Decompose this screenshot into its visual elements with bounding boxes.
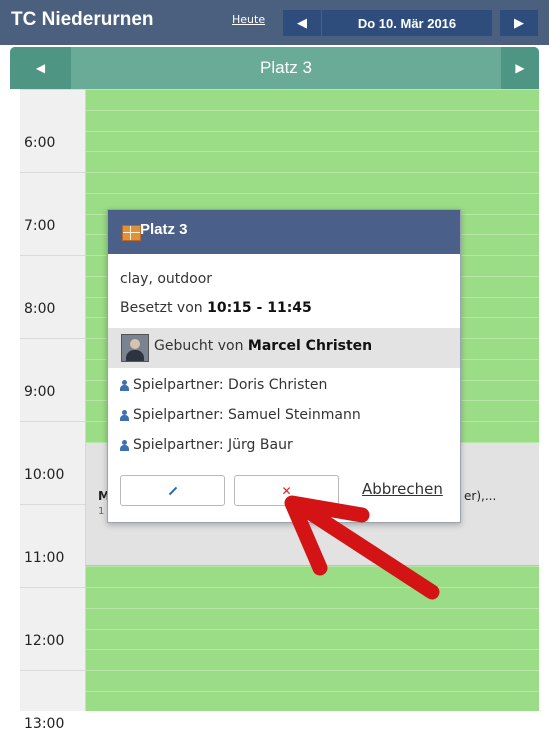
grid-line (86, 89, 539, 90)
partner-row: Spielpartner: Jürg Baur (120, 437, 293, 453)
time-label: 12:00 (24, 633, 65, 649)
court-type: clay, outdoor (120, 271, 213, 287)
date-display[interactable]: Do 10. Mär 2016 (322, 10, 492, 36)
time-slot: 8:00 (20, 255, 85, 339)
time-slot: 10:00 (20, 421, 85, 505)
booking-detail-modal: Platz 3 clay, outdoor Besetzt von 10:15 … (107, 209, 461, 523)
booking-tail-fragment: er),... (464, 489, 497, 503)
delete-booking-button[interactable]: ✕ (234, 475, 339, 506)
triangle-right-icon: ▶ (515, 61, 525, 75)
cancel-link[interactable]: Abbrechen (362, 480, 443, 498)
close-icon: ✕ (281, 483, 292, 498)
time-slot: 6:00 (20, 89, 85, 173)
grid-line (86, 193, 539, 194)
partner-name: Doris Christen (228, 377, 328, 393)
time-label: 7:00 (24, 218, 56, 234)
modal-header: Platz 3 (108, 210, 460, 254)
court-icon (122, 225, 141, 241)
partner-label: Spielpartner: (133, 437, 224, 453)
grid-line (86, 131, 539, 132)
next-court-button[interactable]: ▶ (501, 47, 539, 89)
booked-by-name: Marcel Christen (247, 338, 373, 354)
time-label: 13:00 (24, 716, 65, 732)
person-icon (120, 439, 129, 451)
triangle-left-icon: ◀ (35, 61, 46, 75)
occupied-time-value: 10:15 - 11:45 (207, 300, 312, 316)
partner-label: Spielpartner: (133, 377, 224, 393)
pencil-icon (168, 486, 177, 495)
court-name: Platz 3 (260, 58, 312, 77)
grid-line (86, 151, 539, 152)
occupied-time: Besetzt von 10:15 - 11:45 (120, 300, 312, 316)
modal-title: Platz 3 (140, 221, 188, 238)
booked-by: Gebucht von Marcel Christen (154, 338, 372, 354)
grid-line (86, 566, 539, 567)
time-label: 8:00 (24, 301, 56, 317)
triangle-left-icon: ◀ (297, 15, 307, 31)
grid-line (86, 172, 539, 173)
partner-name: Samuel Steinmann (228, 407, 361, 423)
avatar (121, 334, 149, 362)
time-slot: 9:00 (20, 338, 85, 422)
time-label: 10:00 (24, 467, 65, 483)
grid-line (86, 110, 539, 111)
top-bar: TC Niederurnen Heute ◀ Do 10. Mär 2016 ▶ (0, 0, 549, 45)
grid-line (86, 608, 539, 609)
booking-sub-fragment: 1 (98, 506, 105, 517)
person-icon (120, 409, 129, 421)
booked-by-row: Gebucht von Marcel Christen (108, 328, 460, 368)
time-slot: 7:00 (20, 172, 85, 256)
time-label: 9:00 (24, 384, 56, 400)
booked-by-prefix: Gebucht von (154, 338, 244, 354)
grid-line (86, 670, 539, 671)
edit-booking-button[interactable] (120, 475, 225, 506)
grid-line (86, 649, 539, 650)
time-label: 11:00 (24, 550, 65, 566)
partner-row: Spielpartner: Doris Christen (120, 377, 327, 393)
grid-line (86, 691, 539, 692)
next-day-button[interactable]: ▶ (500, 10, 538, 36)
time-slot: 11:00 (20, 504, 85, 588)
time-label: 6:00 (24, 135, 56, 151)
club-title: TC Niederurnen (11, 9, 154, 30)
today-link[interactable]: Heute (232, 13, 265, 26)
grid-line (86, 629, 539, 630)
prev-court-button[interactable]: ◀ (10, 47, 71, 89)
time-column: 6:00 7:00 8:00 9:00 10:00 11:00 12:00 13… (20, 89, 86, 732)
time-slot: 12:00 (20, 587, 85, 671)
court-header: ◀ Platz 3 ▶ (10, 47, 539, 89)
prev-day-button[interactable]: ◀ (283, 10, 321, 36)
person-icon (120, 379, 129, 391)
occupied-prefix: Besetzt von (120, 300, 203, 316)
partner-row: Spielpartner: Samuel Steinmann (120, 407, 361, 423)
partner-name: Jürg Baur (228, 437, 293, 453)
triangle-right-icon: ▶ (514, 15, 524, 31)
partner-label: Spielpartner: (133, 407, 224, 423)
time-slot: 13:00 (20, 670, 85, 754)
grid-line (86, 587, 539, 588)
